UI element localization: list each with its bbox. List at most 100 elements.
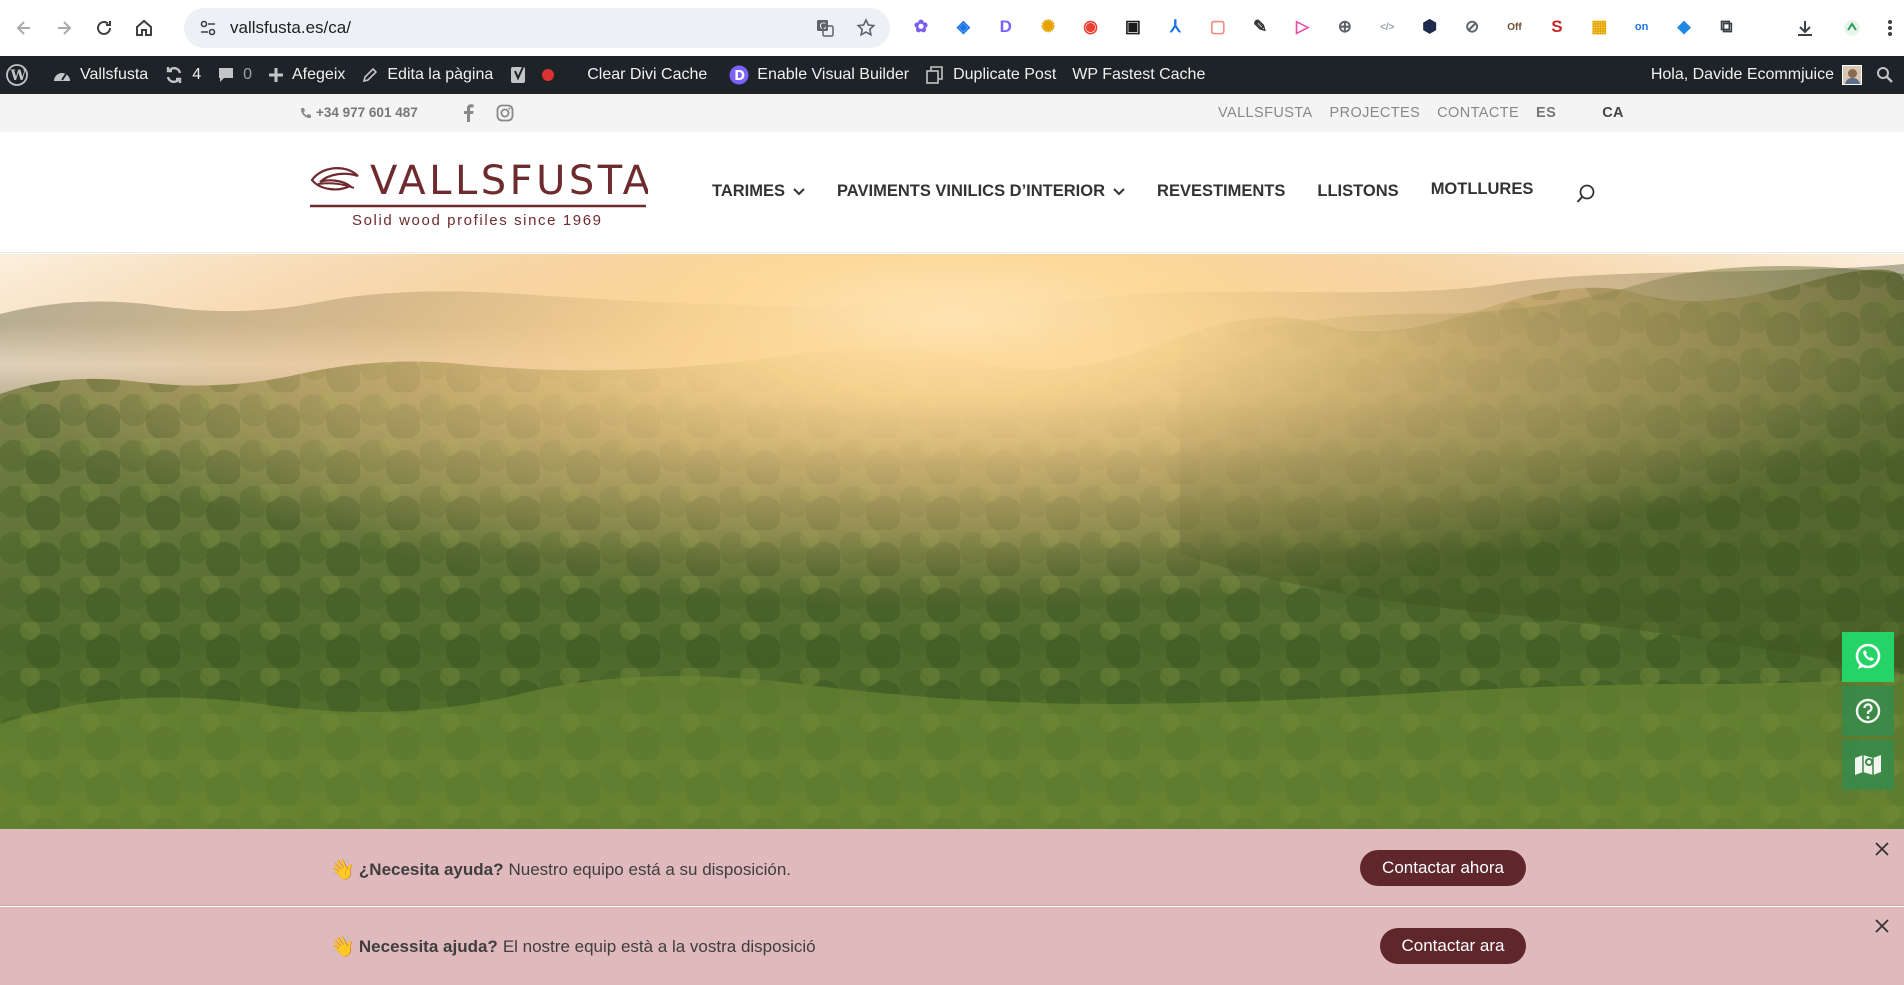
tree-extension-icon[interactable]: ⅄: [1160, 12, 1190, 42]
edit-page-label: Edita la pàgina: [387, 66, 494, 83]
chart-extension-icon[interactable]: ▦: [1584, 12, 1614, 42]
nav-label: TARIMES: [712, 182, 786, 200]
svg-text:W: W: [10, 68, 27, 84]
logo-tagline: Solid wood profiles since 1969: [352, 212, 603, 229]
close-icon: [1875, 919, 1889, 933]
admin-search-button[interactable]: [1868, 56, 1904, 94]
clear-divi-cache-button[interactable]: Clear Divi Cache: [579, 56, 715, 94]
phone-number: +34 977 601 487: [316, 105, 418, 120]
eyedropper-extension-icon[interactable]: ✎: [1245, 12, 1275, 42]
hexagon-extension-icon[interactable]: ⬢: [1415, 12, 1445, 42]
close-help-bar-button[interactable]: [1872, 916, 1892, 936]
comment-bubble-icon: [219, 68, 234, 82]
updates-menu[interactable]: 4: [156, 56, 209, 94]
color-wheel-extension-icon[interactable]: ◉: [1076, 12, 1106, 42]
help-message: 👋 Necessita ajuda? El nostre equip està …: [330, 934, 816, 959]
menu-kebab-icon[interactable]: [1874, 12, 1904, 44]
screen-capture-extension-icon[interactable]: ▣: [1118, 12, 1148, 42]
phone-icon: [301, 107, 311, 118]
duplicate-post-button[interactable]: Duplicate Post: [917, 56, 1064, 94]
divi-d-extension-icon[interactable]: D: [991, 12, 1021, 42]
toplink-vallsfusta[interactable]: VALLSFUSTA: [1218, 105, 1313, 121]
s-extension-icon[interactable]: S: [1542, 12, 1572, 42]
code-extension-icon[interactable]: </>: [1372, 12, 1402, 42]
search-icon: [1877, 67, 1893, 83]
wordpress-icon: W: [6, 64, 28, 86]
toplink-projectes[interactable]: PROJECTES: [1330, 105, 1421, 121]
updates-icon: [166, 66, 182, 84]
nav-label: REVESTIMENTS: [1157, 182, 1286, 200]
square-extension-icon[interactable]: ▢: [1203, 12, 1233, 42]
lang-ca[interactable]: CA: [1602, 105, 1624, 121]
secondary-nav: VALLSFUSTA PROJECTES CONTACTE ES CA: [1218, 105, 1641, 121]
link-extension-icon[interactable]: ⊘: [1457, 12, 1487, 42]
home-button[interactable]: [126, 10, 162, 46]
lang-es[interactable]: ES: [1536, 105, 1556, 121]
facebook-icon[interactable]: [457, 102, 479, 124]
comments-menu[interactable]: 0: [209, 56, 260, 94]
downloads-icon[interactable]: [1789, 12, 1821, 44]
wp-logo-menu[interactable]: W: [0, 56, 44, 94]
map-button[interactable]: [1842, 740, 1894, 790]
reload-button[interactable]: [86, 10, 122, 46]
reload-icon: [97, 20, 111, 35]
help-message: 👋 ¿Necesita ayuda? Nuestro equipo está a…: [330, 857, 791, 882]
site-header: VALLSFUSTA Solid wood profiles since 196…: [0, 132, 1904, 253]
nav-item-tarimes[interactable]: TARIMES: [712, 182, 805, 201]
help-button[interactable]: [1842, 686, 1894, 736]
close-icon: [1875, 842, 1889, 856]
puzzle-extension-icon[interactable]: ⧉: [1711, 12, 1741, 42]
avatar: [1842, 65, 1862, 85]
sparkle-extension-icon[interactable]: ✺: [1033, 12, 1063, 42]
off-extension-icon[interactable]: Off: [1499, 12, 1529, 42]
top-info-bar: +34 977 601 487 VALLSFUSTA PROJECTES CON…: [0, 94, 1904, 132]
nav-item-revestiments[interactable]: REVESTIMENTS: [1157, 182, 1285, 201]
on-extension-icon[interactable]: on: [1627, 12, 1657, 42]
tag-extension-icon[interactable]: ◈: [948, 12, 978, 42]
help-question: Necessita ajuda?: [358, 936, 498, 956]
play-extension-icon[interactable]: ▷: [1288, 12, 1318, 42]
close-help-bar-button[interactable]: [1872, 839, 1892, 859]
globe-extension-icon[interactable]: ⊕: [1330, 12, 1360, 42]
enable-visual-builder-button[interactable]: D Enable Visual Builder: [721, 56, 917, 94]
site-name-menu[interactable]: Vallsfusta: [44, 56, 156, 94]
search-icon: [1576, 184, 1595, 203]
wp-admin-bar: W Vallsfusta 4 0 Afegeix Edita la pàgina…: [0, 56, 1904, 94]
header-search-button[interactable]: [1574, 182, 1598, 206]
forward-button[interactable]: [46, 10, 82, 46]
nav-item-llistons[interactable]: LLISTONS: [1317, 182, 1398, 201]
duplicate-icon: [926, 66, 943, 84]
edit-page-menu[interactable]: Edita la pàgina: [353, 56, 501, 94]
profile-extension-icon[interactable]: [1836, 12, 1868, 44]
divi-logo-icon: D: [729, 65, 749, 85]
toplink-contacte[interactable]: CONTACTE: [1437, 105, 1519, 121]
flower-extension-icon[interactable]: ✿: [906, 12, 936, 42]
wp-fastest-cache-menu[interactable]: WP Fastest Cache: [1064, 56, 1213, 94]
question-circle-icon: [1855, 698, 1881, 724]
arrow-right-icon: [58, 21, 72, 35]
instagram-icon[interactable]: [494, 102, 516, 124]
dashboard-gauge-icon: [54, 73, 70, 81]
phone-link[interactable]: +34 977 601 487: [300, 105, 418, 120]
yoast-seo-menu[interactable]: [501, 56, 571, 94]
site-info-icon[interactable]: [194, 14, 222, 42]
nav-item-motllures[interactable]: MOTLLURES: [1431, 180, 1534, 199]
nav-label: LLISTONS: [1317, 182, 1399, 200]
seo-status-dot-icon: [542, 69, 555, 81]
updates-count: 4: [192, 66, 202, 83]
duplicate-post-label: Duplicate Post: [953, 66, 1057, 83]
add-new-label: Afegeix: [292, 66, 346, 83]
translate-icon[interactable]: G: [811, 14, 839, 42]
nav-item-paviments-vinilics[interactable]: PAVIMENTS VINILICS D’INTERIOR: [837, 182, 1125, 201]
back-button[interactable]: [6, 10, 42, 46]
address-bar[interactable]: vallsfusta.es/ca/ G: [184, 8, 890, 48]
main-navigation: TARIMES PAVIMENTS VINILICS D’INTERIOR RE…: [712, 180, 1565, 201]
add-new-menu[interactable]: Afegeix: [260, 56, 353, 94]
diamond-extension-icon[interactable]: ◆: [1669, 12, 1699, 42]
bookmark-star-icon[interactable]: [852, 14, 880, 42]
whatsapp-button[interactable]: [1842, 632, 1894, 682]
my-account-menu[interactable]: Hola, Davide Ecommjuice: [1643, 56, 1868, 94]
url-text[interactable]: vallsfusta.es/ca/: [230, 18, 351, 38]
contact-ara-button[interactable]: Contactar ara: [1380, 928, 1526, 964]
contact-now-button[interactable]: Contactar ahora: [1360, 850, 1526, 886]
